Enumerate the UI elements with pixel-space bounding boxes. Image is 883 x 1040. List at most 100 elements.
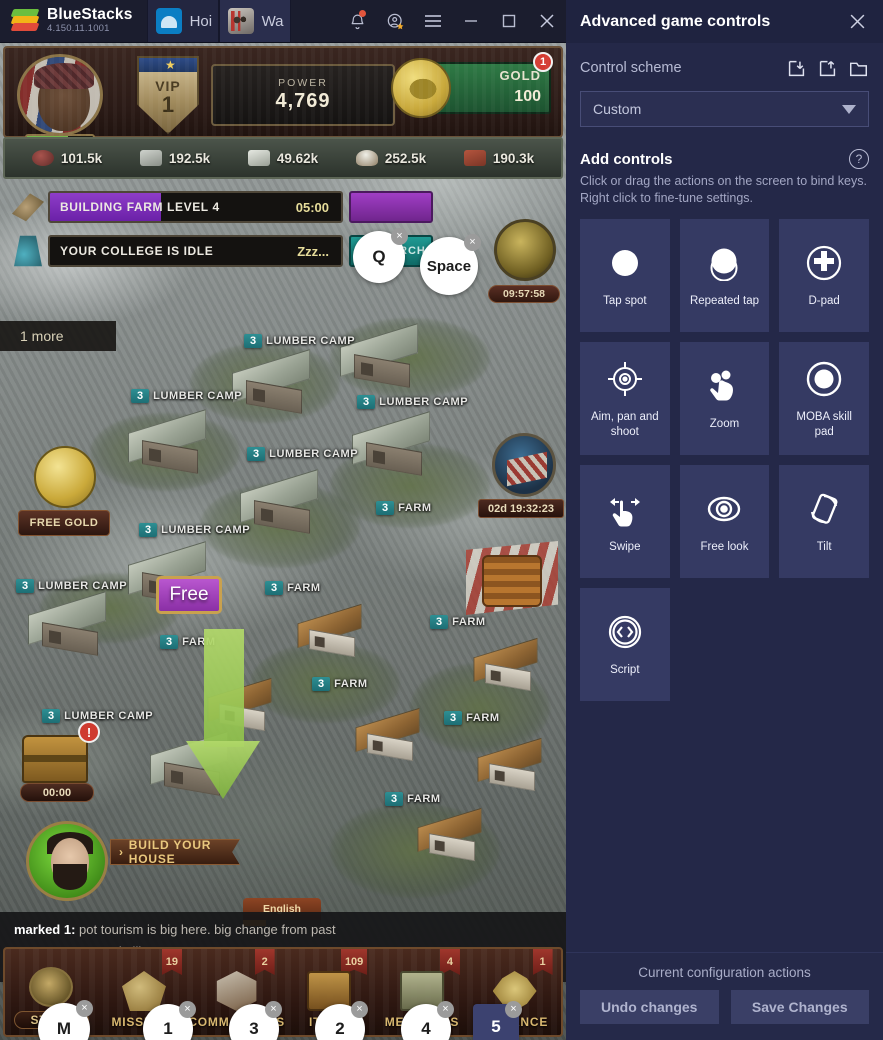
control-tile-zoom[interactable]: Zoom [679, 342, 770, 455]
export-scheme-icon[interactable] [816, 57, 838, 79]
resource-item[interactable]: 252.5k [355, 150, 426, 166]
bluestacks-logo-icon [10, 9, 40, 33]
resource-value: 190.3k [492, 150, 535, 166]
notifications-icon[interactable] [338, 0, 376, 43]
chat-message: marked 1: pot tourism is big here. big c… [14, 922, 552, 937]
remove-key-icon[interactable]: × [265, 1001, 282, 1018]
key-marker[interactable]: 5 × [473, 1001, 522, 1040]
menu-icon[interactable] [414, 0, 452, 43]
remove-key-icon[interactable]: × [76, 1000, 93, 1017]
control-tile-moba-skill-pad[interactable]: MOBA skill pad [779, 342, 869, 455]
control-tile-swipe[interactable]: Swipe [580, 465, 670, 578]
control-tile-tap-spot[interactable]: Tap spot [580, 219, 670, 332]
control-tile-aim-pan-and-shoot[interactable]: Aim, pan and shoot [580, 342, 670, 455]
advisor-avatar[interactable] [26, 821, 108, 901]
key-marker[interactable]: 3 × [229, 1001, 282, 1040]
app-version: 4.150.11.1001 [47, 23, 110, 34]
building-label[interactable]: 3 LUMBER CAMP [131, 389, 242, 403]
building-label[interactable]: 3 LUMBER CAMP [139, 523, 250, 537]
open-folder-icon[interactable] [847, 57, 869, 79]
remove-key-icon[interactable]: × [351, 1001, 368, 1018]
free-gold-button[interactable]: FREE GOLD [18, 510, 110, 536]
iron-icon [463, 150, 486, 166]
control-tile-tilt[interactable]: Tilt [779, 465, 869, 578]
import-scheme-icon[interactable] [785, 57, 807, 79]
undo-changes-button[interactable]: Undo changes [580, 990, 719, 1024]
quest-action-button[interactable] [349, 191, 433, 223]
hud-top-bar: ★ VIP 1 POWER 4,769 GOLD 100 1 [3, 46, 563, 143]
quest-row[interactable]: BUILDING FARM LEVEL 4 05:00 [8, 189, 433, 225]
resource-item[interactable]: 190.3k [463, 150, 535, 166]
build-your-house-button[interactable]: › BUILD YOUR HOUSE [110, 839, 240, 865]
building-label[interactable]: 3 FARM [312, 677, 368, 691]
maximize-icon[interactable] [490, 0, 528, 43]
remove-key-icon[interactable]: × [391, 228, 408, 245]
building-sprite[interactable] [477, 737, 547, 792]
food-icon [31, 150, 54, 166]
tab-home[interactable]: Hoi [146, 0, 219, 42]
close-icon[interactable] [843, 8, 871, 36]
control-tile-free-look[interactable]: Free look [679, 465, 770, 578]
premium-icon[interactable] [376, 0, 414, 43]
building-sprite[interactable] [355, 707, 425, 762]
building-label[interactable]: 3 LUMBER CAMP [247, 447, 358, 461]
key-marker[interactable]: 2 × [315, 1001, 368, 1040]
key-marker[interactable]: 4 × [401, 1001, 454, 1040]
building-sprite[interactable] [28, 591, 112, 656]
building-sprite[interactable] [473, 637, 543, 692]
building-sprite[interactable] [128, 409, 212, 474]
building-label[interactable]: 3 FARM [385, 792, 441, 806]
building-label[interactable]: 3 FARM [430, 615, 486, 629]
building-name: LUMBER CAMP [38, 580, 128, 592]
free-banner[interactable]: Free [156, 576, 222, 614]
building-label[interactable]: 3 LUMBER CAMP [16, 579, 127, 593]
control-tile-label: MOBA skill pad [796, 410, 852, 438]
power-panel[interactable]: POWER 4,769 [211, 64, 395, 126]
vip-badge[interactable]: ★ VIP 1 [137, 56, 199, 134]
daily-chest-icon[interactable] [494, 219, 556, 281]
building-label[interactable]: 3 FARM [444, 711, 500, 725]
key-marker[interactable]: 1 × [143, 1001, 196, 1040]
control-tile-label: Swipe [609, 541, 641, 553]
close-icon[interactable] [528, 0, 566, 43]
resource-item[interactable]: 49.62k [247, 150, 318, 166]
resource-item[interactable]: 192.5k [139, 150, 210, 166]
building-sprite[interactable] [240, 469, 324, 534]
building-sprite[interactable] [417, 807, 487, 862]
remove-key-icon[interactable]: × [179, 1001, 196, 1018]
save-changes-button[interactable]: Save Changes [730, 990, 869, 1024]
remove-key-icon[interactable]: × [437, 1001, 454, 1018]
remove-key-icon[interactable]: × [464, 234, 481, 251]
building-label[interactable]: 3 LUMBER CAMP [42, 709, 153, 723]
control-tile-d-pad[interactable]: D-pad [779, 219, 869, 332]
key-marker[interactable]: Space × [420, 234, 481, 295]
control-tile-repeated-tap[interactable]: Repeated tap [679, 219, 770, 332]
building-label[interactable]: 3 LUMBER CAMP [357, 395, 468, 409]
gold-panel[interactable]: GOLD 100 1 [391, 52, 553, 118]
key-marker[interactable]: M × [38, 1000, 93, 1040]
control-tile-script[interactable]: Script [580, 588, 670, 701]
game-viewport[interactable]: 3 LUMBER CAMP 3 LUMBER CAMP 3 LUMBER CAM… [0, 43, 566, 1040]
control-scheme-select[interactable]: Custom [580, 91, 869, 127]
building-level: 3 [160, 635, 179, 649]
player-avatar[interactable] [17, 54, 103, 136]
free-gold-coin-icon[interactable] [34, 446, 96, 508]
agc-title: Advanced game controls [580, 12, 771, 30]
key-marker[interactable]: Q × [353, 228, 408, 283]
minimize-icon[interactable] [452, 0, 490, 43]
treasure-alert-badge: ! [78, 721, 100, 743]
building-label[interactable]: 3 FARM [265, 581, 321, 595]
treasure-chest-icon[interactable] [22, 735, 88, 783]
tab-game[interactable]: Wa [218, 0, 291, 42]
remove-key-icon[interactable]: × [505, 1001, 522, 1018]
help-icon[interactable]: ? [849, 149, 869, 169]
building-sprite[interactable] [297, 603, 367, 658]
alliance-shield-icon[interactable] [492, 433, 556, 497]
more-quests-label[interactable]: 1 more [0, 321, 116, 351]
resource-item[interactable]: 101.5k [31, 150, 102, 166]
building-sprite[interactable] [352, 411, 436, 476]
building-sprite[interactable] [232, 349, 316, 414]
building-label[interactable]: 3 LUMBER CAMP [244, 334, 355, 348]
chat-user: marked 1: [14, 922, 76, 937]
building-label[interactable]: 3 FARM [376, 501, 432, 515]
